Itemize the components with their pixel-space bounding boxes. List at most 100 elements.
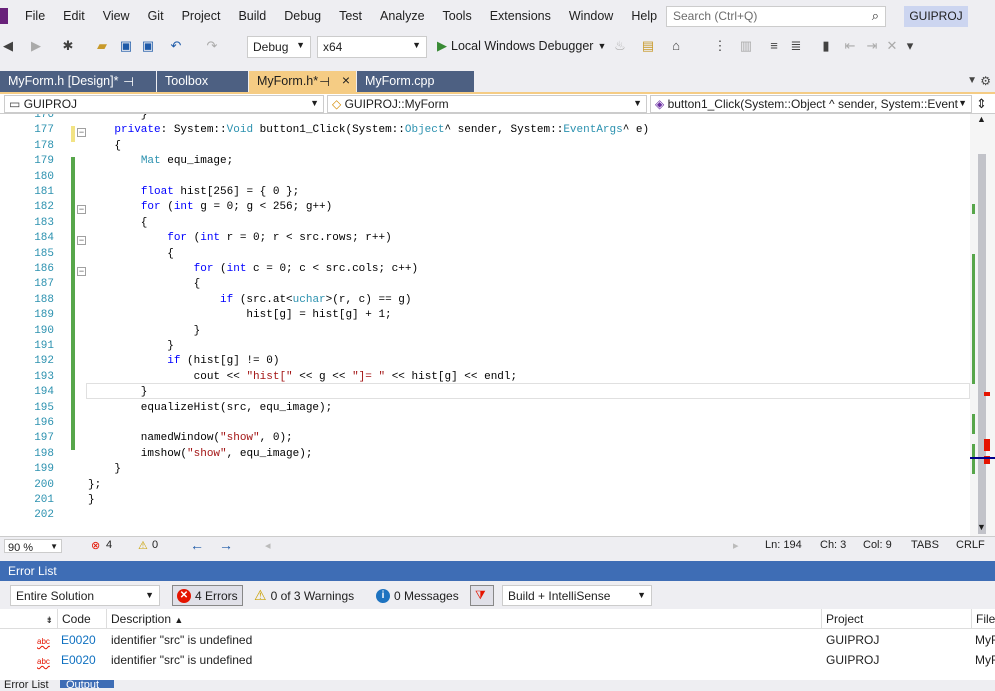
configuration-select[interactable]: Debug ▼ — [247, 36, 311, 58]
code-line[interactable]: private: System::Void button1_Click(Syst… — [88, 124, 649, 136]
menu-item-window[interactable]: Window — [560, 0, 622, 32]
error-count[interactable]: 4 — [106, 539, 112, 551]
navigate-forward-icon[interactable]: → — [219, 537, 233, 553]
prev-bookmark-icon[interactable]: ⇤ — [842, 38, 858, 54]
bookmark-icon[interactable]: ▮ — [818, 38, 834, 54]
platform-select[interactable]: x64 ▼ — [317, 36, 427, 58]
line-ending[interactable]: CRLF — [956, 539, 985, 551]
collapse-region-icon[interactable]: − — [77, 267, 86, 276]
code-line[interactable]: float hist[256] = { 0 }; — [88, 186, 299, 198]
code-line[interactable]: imshow("show", equ_image); — [88, 448, 313, 460]
menu-item-help[interactable]: Help — [622, 0, 666, 32]
toolbar-overflow-icon[interactable]: ▾ — [902, 38, 918, 54]
code-line[interactable]: for (int g = 0; g < 256; g++) — [88, 201, 332, 213]
menu-item-file[interactable]: File — [16, 0, 54, 32]
menu-item-extensions[interactable]: Extensions — [481, 0, 560, 32]
code-line[interactable]: { — [88, 278, 201, 290]
column-header-code[interactable]: Code — [58, 609, 107, 629]
comment-icon[interactable]: ≡ — [766, 38, 782, 54]
forward-icon[interactable]: ▶ — [28, 38, 44, 54]
project-badge[interactable]: GUIPROJ — [904, 6, 968, 27]
tab-myform-design[interactable]: MyForm.h [Design]* ⊣ — [0, 71, 156, 92]
code-line[interactable]: } — [88, 325, 201, 337]
close-icon[interactable]: × — [342, 72, 350, 88]
undo-icon[interactable]: ↶ — [168, 38, 184, 54]
search-input[interactable]: Search (Ctrl+Q) ⌕ — [666, 6, 886, 27]
zoom-select[interactable]: 90 % ▼ — [4, 539, 62, 554]
save-all-icon[interactable]: ▣ — [140, 38, 156, 54]
code-line[interactable]: { — [88, 140, 121, 152]
code-line[interactable]: } — [88, 463, 121, 475]
menu-item-build[interactable]: Build — [229, 0, 275, 32]
settings-gear-icon[interactable]: ⚙ — [980, 74, 991, 88]
tab-output[interactable]: Output — [60, 680, 114, 688]
indent-mode[interactable]: TABS — [911, 539, 939, 551]
error-code-link[interactable]: E0020 — [61, 633, 96, 647]
vertical-scrollbar[interactable]: ▲ ▼ — [970, 114, 995, 536]
code-line[interactable]: }; — [88, 479, 101, 491]
member-select[interactable]: ◈ button1_Click(System::Object ^ sender,… — [650, 95, 972, 113]
column-header-file[interactable]: File — [972, 609, 995, 629]
visual-studio-logo-icon[interactable] — [0, 8, 8, 24]
code-line[interactable]: if (hist[g] != 0) — [88, 355, 279, 367]
menu-item-test[interactable]: Test — [330, 0, 371, 32]
code-line[interactable]: } — [88, 386, 148, 398]
scrollbar-thumb[interactable] — [978, 154, 986, 534]
code-line[interactable]: for (int c = 0; c < src.cols; c++) — [88, 263, 418, 275]
filter-toggle-button[interactable]: ⧩ — [470, 585, 494, 606]
menu-item-git[interactable]: Git — [139, 0, 173, 32]
chevron-down-icon[interactable]: ▼ — [597, 41, 606, 51]
clear-bookmarks-icon[interactable]: ✕ — [884, 38, 900, 54]
class-select[interactable]: ◇ GUIPROJ::MyForm ▼ — [327, 95, 647, 113]
menu-item-edit[interactable]: Edit — [54, 0, 94, 32]
code-line[interactable]: { — [88, 217, 148, 229]
code-line[interactable]: equalizeHist(src, equ_image); — [88, 402, 332, 414]
scroll-up-icon[interactable]: ▲ — [977, 114, 986, 124]
scroll-down-icon[interactable]: ▼ — [977, 522, 986, 532]
fire-icon[interactable]: ♨ — [612, 38, 628, 54]
search-icon[interactable]: ⌕ — [872, 8, 879, 24]
step-icon[interactable]: ⋮ — [712, 38, 728, 54]
new-project-icon[interactable]: ✱ — [60, 38, 76, 54]
errors-filter-button[interactable]: ✕ 4 Errors — [172, 585, 243, 606]
code-editor[interactable]: 176 } 177 private: System::Void button1_C… — [0, 114, 995, 536]
open-folder-icon[interactable]: ▰ — [94, 38, 110, 54]
error-code-link[interactable]: E0020 — [61, 653, 96, 667]
code-line[interactable]: } — [88, 494, 95, 506]
warning-count[interactable]: 0 — [152, 539, 158, 551]
error-list-title-bar[interactable]: Error List — [0, 561, 995, 581]
tab-myform-h[interactable]: MyForm.h* ⊣ × — [249, 71, 356, 92]
column-header-project[interactable]: Project — [822, 609, 972, 629]
solution-explorer-icon[interactable]: ⌂ — [668, 38, 684, 54]
code-line[interactable]: namedWindow("show", 0); — [88, 432, 293, 444]
collapse-region-icon[interactable]: − — [77, 128, 86, 138]
next-bookmark-icon[interactable]: ⇥ — [864, 38, 880, 54]
code-line[interactable]: for (int r = 0; r < src.rows; r++) — [88, 232, 391, 244]
code-line[interactable]: } — [88, 114, 148, 121]
menu-item-tools[interactable]: Tools — [434, 0, 481, 32]
hscroll-right-icon[interactable]: ▸ — [733, 539, 739, 552]
start-debugging-button[interactable]: ▶ Local Windows Debugger ▼ — [437, 38, 606, 54]
find-in-files-icon[interactable]: ▤ — [640, 38, 656, 54]
code-line[interactable]: { — [88, 248, 174, 260]
column-header-sort[interactable]: ⇟ — [0, 609, 58, 629]
code-line[interactable]: } — [88, 340, 174, 352]
redo-icon[interactable]: ↷ — [204, 38, 220, 54]
save-icon[interactable]: ▣ — [118, 38, 134, 54]
code-line[interactable]: hist[g] = hist[g] + 1; — [88, 309, 391, 321]
collapse-region-icon[interactable]: − — [77, 205, 86, 215]
build-source-select[interactable]: Build + IntelliSense ▼ — [502, 585, 652, 606]
back-icon[interactable]: ◀ — [0, 38, 16, 54]
tab-toolbox[interactable]: Toolbox — [157, 71, 248, 92]
code-line[interactable]: if (src.at<uchar>(r, c) == g) — [88, 294, 411, 306]
error-scope-select[interactable]: Entire Solution ▼ — [10, 585, 160, 606]
pin-icon[interactable]: ⊣ — [319, 74, 330, 89]
column-header-description[interactable]: Description ▲ — [107, 609, 822, 629]
code-line[interactable]: cout << "hist[" << g << "]= " << hist[g]… — [88, 371, 518, 383]
split-window-icon[interactable]: ⇕ — [976, 96, 987, 112]
uncomment-icon[interactable]: ≣ — [788, 38, 804, 54]
format-icon[interactable]: ▥ — [738, 38, 754, 54]
collapse-region-icon[interactable]: − — [77, 236, 86, 246]
pin-icon[interactable]: ⊣ — [123, 74, 134, 89]
navigate-back-icon[interactable]: ← — [190, 537, 204, 553]
